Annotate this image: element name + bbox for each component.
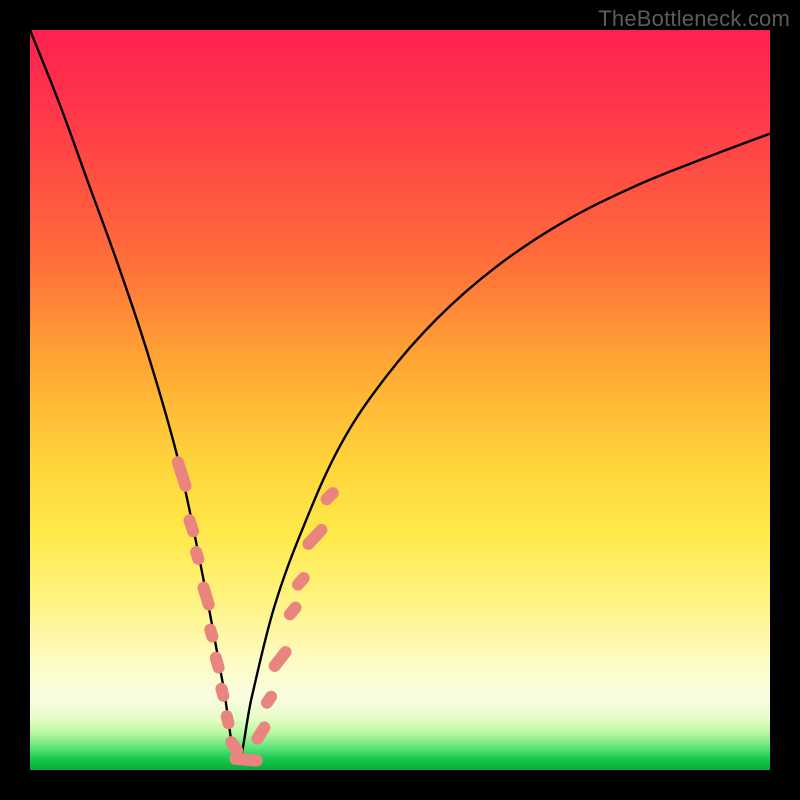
watermark-text: TheBottleneck.com: [598, 6, 790, 32]
marker-capsule: [182, 513, 201, 539]
marker-capsule: [290, 570, 313, 594]
highlight-markers: [170, 455, 341, 768]
marker-capsule: [196, 580, 216, 612]
marker-capsule: [214, 681, 231, 703]
marker-capsule: [203, 622, 220, 644]
chart-frame: TheBottleneck.com: [0, 0, 800, 800]
marker-capsule: [229, 752, 263, 767]
marker-capsule: [208, 650, 226, 675]
marker-capsule: [219, 709, 235, 731]
marker-capsule: [318, 485, 341, 508]
bottleneck-curve: [30, 30, 770, 763]
marker-capsule: [281, 599, 304, 623]
marker-capsule: [249, 719, 273, 747]
marker-capsule: [259, 688, 280, 711]
curve-layer: [30, 30, 770, 770]
marker-capsule: [170, 455, 193, 494]
plot-area: [30, 30, 770, 770]
marker-capsule: [189, 544, 206, 566]
marker-capsule: [266, 644, 294, 675]
